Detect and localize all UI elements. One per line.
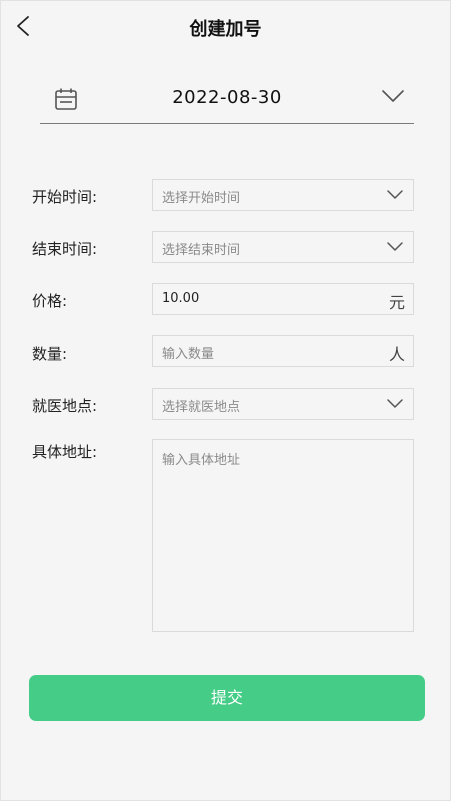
page-title: 创建加号: [189, 19, 262, 40]
location-placeholder: 选择就医地点: [162, 400, 241, 415]
chevron-down-icon[interactable]: [382, 89, 404, 103]
location-label: 就医地点:: [32, 397, 98, 415]
start-time-label: 开始时间:: [32, 188, 98, 206]
start-time-select[interactable]: 选择开始时间: [152, 179, 414, 211]
location-select[interactable]: 选择就医地点: [152, 388, 414, 420]
quantity-label: 数量:: [32, 345, 68, 363]
price-label: 价格:: [32, 292, 68, 310]
chevron-down-icon: [387, 399, 403, 408]
end-time-label: 结束时间:: [32, 240, 98, 258]
date-selector[interactable]: 2022-08-30: [40, 79, 414, 124]
quantity-unit: 人: [388, 345, 405, 364]
chevron-down-icon: [387, 242, 403, 251]
chevron-down-icon: [387, 190, 403, 199]
quantity-placeholder: 输入数量: [162, 347, 215, 362]
selected-date: 2022-08-30: [172, 87, 282, 108]
price-input[interactable]: 10.00 元: [152, 283, 414, 315]
price-unit: 元: [388, 293, 405, 312]
start-time-placeholder: 选择开始时间: [162, 191, 241, 206]
price-value: 10.00: [162, 291, 200, 306]
end-time-select[interactable]: 选择结束时间: [152, 231, 414, 263]
submit-button[interactable]: 提交: [29, 675, 425, 721]
end-time-placeholder: 选择结束时间: [162, 243, 241, 258]
address-label: 具体地址:: [32, 443, 98, 461]
address-placeholder: 输入具体地址: [162, 453, 241, 468]
address-textarea[interactable]: 输入具体地址: [152, 439, 414, 632]
quantity-input[interactable]: 输入数量 人: [152, 335, 414, 367]
